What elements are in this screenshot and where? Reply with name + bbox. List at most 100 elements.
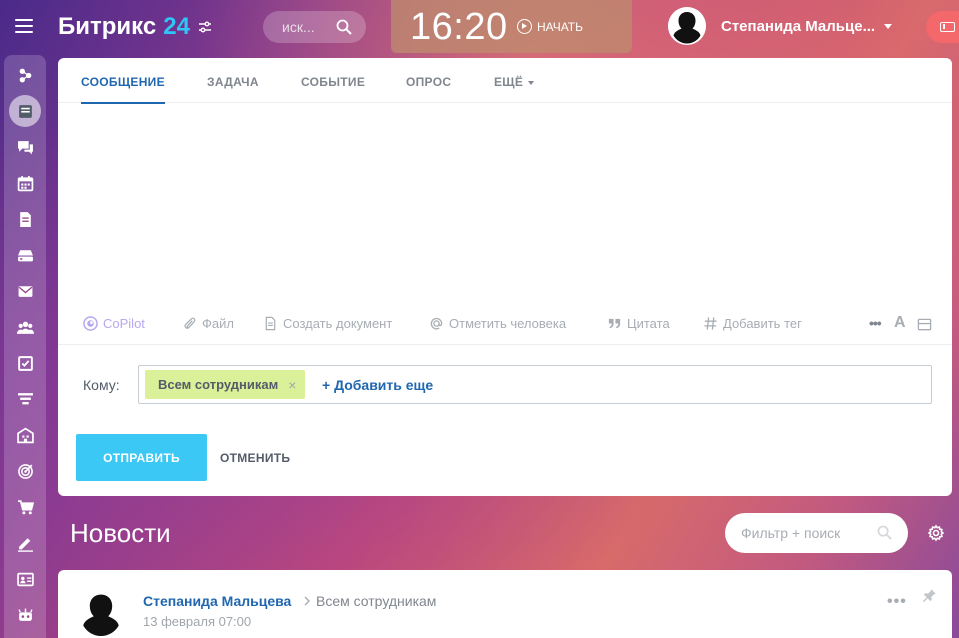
- at-sign-icon: [430, 317, 443, 330]
- dropdown-caret-icon: [528, 80, 535, 85]
- panel-icon: [940, 22, 955, 32]
- company-icon: [16, 427, 34, 443]
- sidebar-item-feed[interactable]: [9, 95, 41, 127]
- clock-time: 16:20: [410, 6, 508, 48]
- pin-icon[interactable]: [922, 588, 937, 603]
- sidebar-item-sites[interactable]: [9, 59, 41, 91]
- layout-panel-icon: [917, 318, 932, 331]
- post-date[interactable]: 13 февраля 07:00: [143, 614, 251, 629]
- send-button[interactable]: ОТПРАВИТЬ: [76, 434, 207, 481]
- toggle-fullscreen-button[interactable]: [917, 317, 937, 332]
- user-menu[interactable]: Степанида Мальце...: [668, 7, 893, 45]
- quote-label: Цитата: [627, 316, 670, 331]
- remove-recipient-icon[interactable]: ×: [288, 377, 296, 393]
- composer-tabs: СООБЩЕНИЕ ЗАДАЧА СОБЫТИЕ ОПРОС ЕЩЁ: [58, 58, 952, 104]
- create-document-button[interactable]: Создать документ: [263, 316, 392, 331]
- sidebar-item-shop[interactable]: [9, 491, 41, 523]
- copilot-button[interactable]: CoPilot: [83, 316, 145, 331]
- user-name: Степанида Мальце...: [721, 17, 876, 35]
- timeman-widget[interactable]: 16:20 НАЧАТЬ: [391, 0, 632, 53]
- tab-task[interactable]: ЗАДАЧА: [207, 75, 259, 89]
- header-search[interactable]: [263, 11, 366, 43]
- user-silhouette-icon: [668, 7, 706, 45]
- recipients-label: Кому:: [83, 377, 120, 393]
- sidebar-item-marketing[interactable]: [9, 455, 41, 487]
- more-tools-button[interactable]: •••: [869, 315, 882, 331]
- apps-panel-button[interactable]: [926, 11, 959, 43]
- app-logo[interactable]: Битрикс 24: [58, 13, 212, 41]
- sidebar-item-drive[interactable]: [9, 239, 41, 271]
- sidebar-item-documents[interactable]: [9, 203, 41, 235]
- robot-icon: [17, 608, 33, 621]
- feed-icon: [18, 104, 32, 118]
- menu-burger-icon[interactable]: [15, 19, 33, 33]
- sidebar-item-mail[interactable]: [9, 275, 41, 307]
- post-destination[interactable]: Всем сотрудникам: [316, 593, 436, 609]
- crm-funnel-icon: [17, 392, 33, 404]
- add-tag-button[interactable]: Добавить тег: [703, 316, 802, 331]
- search-icon[interactable]: [877, 525, 892, 540]
- tasks-icon: [17, 355, 33, 371]
- chevron-down-icon: [884, 23, 893, 29]
- sidebar-item-tasks[interactable]: [9, 347, 41, 379]
- start-workday-button[interactable]: НАЧАТЬ: [517, 19, 583, 34]
- sidebar-item-groups[interactable]: [9, 311, 41, 343]
- attach-file-button[interactable]: Файл: [182, 316, 234, 331]
- sidebar-item-robots[interactable]: [9, 599, 41, 631]
- tab-more[interactable]: ЕЩЁ: [494, 75, 535, 89]
- tab-more-label: ЕЩЁ: [494, 75, 524, 89]
- file-label: Файл: [202, 316, 234, 331]
- groups-icon: [16, 321, 34, 334]
- paperclip-icon: [184, 317, 196, 329]
- marketing-target-icon: [17, 463, 33, 479]
- left-sidebar: [0, 0, 50, 638]
- tab-event[interactable]: СОБЫТИЕ: [301, 75, 365, 89]
- documents-icon: [19, 211, 31, 227]
- recipient-chip-label: Всем сотрудникам: [158, 377, 279, 392]
- message-editor[interactable]: [81, 113, 931, 303]
- recipient-chip[interactable]: Всем сотрудникам ×: [145, 370, 306, 399]
- post-composer: СООБЩЕНИЕ ЗАДАЧА СОБЫТИЕ ОПРОС ЕЩЁ CoPil…: [58, 58, 952, 496]
- play-icon: [517, 19, 532, 34]
- page-title: Новости: [70, 518, 171, 548]
- post-more-button[interactable]: •••: [887, 593, 907, 611]
- editor-toolbar: CoPilot Файл Создать документ Отметить ч…: [58, 310, 952, 345]
- copilot-label: CoPilot: [103, 316, 145, 331]
- sidebar-item-company[interactable]: [9, 419, 41, 451]
- shop-cart-icon: [17, 499, 34, 514]
- quote-icon: [608, 318, 621, 329]
- add-tag-label: Добавить тег: [723, 316, 802, 331]
- sidebar-item-calendar[interactable]: [9, 167, 41, 199]
- tab-message[interactable]: СООБЩЕНИЕ: [81, 75, 165, 104]
- sites-icon: [19, 68, 31, 82]
- filter-search-input[interactable]: [741, 525, 871, 541]
- create-document-label: Создать документ: [283, 316, 393, 331]
- sidebar-menu: [4, 55, 46, 638]
- drive-icon: [17, 249, 33, 261]
- mention-button[interactable]: Отметить человека: [429, 316, 566, 331]
- sidebar-item-contacts[interactable]: [9, 563, 41, 595]
- search-input[interactable]: [282, 19, 332, 35]
- recipients-field[interactable]: Всем сотрудникам × + Добавить еще: [138, 365, 932, 404]
- cancel-button[interactable]: ОТМЕНИТЬ: [220, 451, 290, 465]
- tab-poll[interactable]: ОПРОС: [406, 75, 451, 89]
- gear-icon[interactable]: [927, 524, 945, 542]
- sidebar-item-crm[interactable]: [9, 383, 41, 415]
- search-icon[interactable]: [336, 19, 352, 35]
- sidebar-item-chat[interactable]: [9, 131, 41, 163]
- feed-filter[interactable]: [725, 513, 908, 553]
- text-format-button[interactable]: A: [894, 314, 906, 332]
- signature-icon: [17, 537, 33, 552]
- calendar-icon: [17, 175, 33, 191]
- add-recipient-link[interactable]: + Добавить еще: [322, 377, 433, 393]
- post-author-avatar[interactable]: [76, 588, 126, 638]
- settings-tune-icon[interactable]: [198, 21, 212, 33]
- chevron-right-icon: [304, 596, 310, 606]
- sidebar-item-sign[interactable]: [9, 527, 41, 559]
- post-author-link[interactable]: Степанида Мальцева: [143, 593, 291, 609]
- document-icon: [265, 316, 276, 331]
- mention-label: Отметить человека: [449, 316, 567, 331]
- mail-icon: [18, 285, 32, 297]
- avatar[interactable]: [668, 7, 706, 45]
- quote-button[interactable]: Цитата: [607, 316, 670, 331]
